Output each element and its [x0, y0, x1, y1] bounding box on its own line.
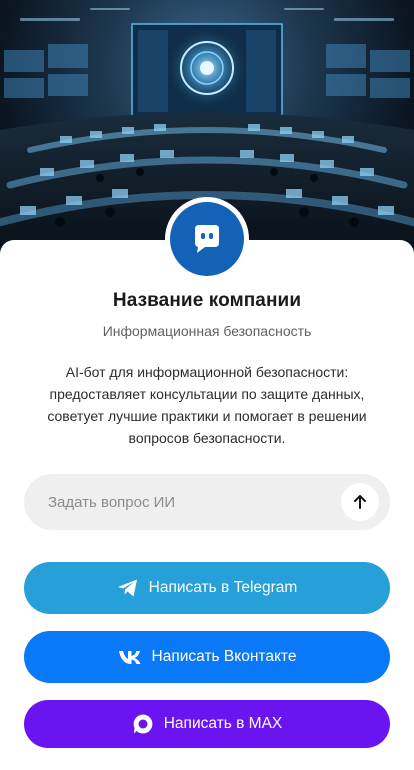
max-button-label: Написать в MAX: [163, 715, 283, 732]
avatar-badge: [170, 202, 244, 276]
ask-ai-input[interactable]: [48, 474, 348, 530]
telegram-button[interactable]: Написать в Telegram: [24, 562, 390, 614]
vk-icon: [118, 649, 142, 665]
vk-button-label: Написать Вконтакте: [151, 648, 297, 665]
telegram-icon: [117, 578, 139, 598]
vk-button[interactable]: Написать Вконтакте: [24, 631, 390, 683]
avatar: [165, 197, 249, 281]
max-button[interactable]: Написать в MAX: [24, 700, 390, 748]
send-button[interactable]: [341, 483, 379, 521]
company-name: Название компании: [112, 290, 302, 311]
arrow-up-icon: [354, 495, 366, 509]
max-icon: [132, 713, 154, 735]
telegram-button-label: Написать в Telegram: [148, 579, 298, 596]
company-category: Информационная безопасность: [102, 323, 312, 339]
page: Название компании Информационная безопас…: [0, 0, 414, 770]
company-description: AI-бот для информационной безопасности: …: [47, 364, 367, 446]
ask-ai-field: [24, 474, 390, 530]
chat-bot-icon: [195, 225, 219, 253]
